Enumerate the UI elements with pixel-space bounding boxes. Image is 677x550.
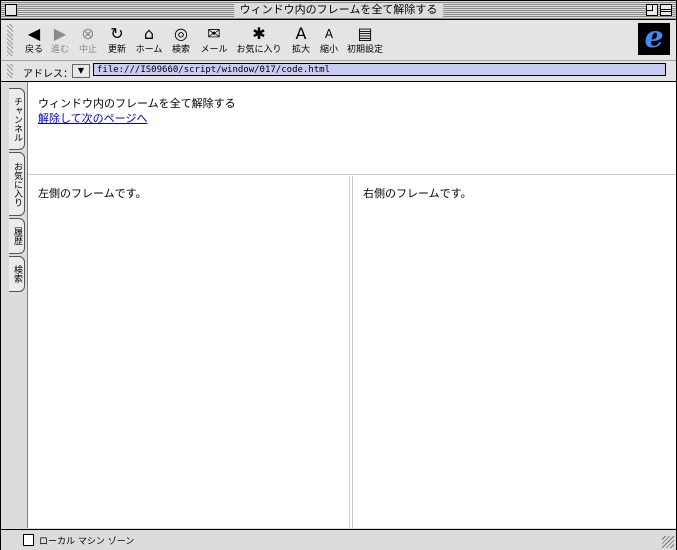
top-frame: ウィンドウ内のフレームを全て解除する 解除して次のページへ [28,82,676,175]
tab-history[interactable]: 履歴 [9,218,25,254]
tab-favorites[interactable]: お気に入り [9,152,25,216]
toolbar-button-5[interactable]: ◎ 検索 [169,24,193,58]
text-smaller-icon: A [324,27,334,41]
zoom-box[interactable] [646,4,658,16]
toolbar-button-label: 縮小 [319,45,338,55]
right-frame-text: 右側のフレームです。 [363,187,472,200]
toolbar-button-label: 拡大 [291,45,310,55]
right-frame: 右側のフレームです。 [352,176,677,528]
mail-icon: ✉ [207,24,221,43]
title-bar[interactable]: ウィンドウ内のフレームを全て解除する [1,1,676,20]
toolbar-button-2[interactable]: ⊗ 中止 [75,24,101,58]
ie-logo: e [638,23,670,55]
stop-icon: ⊗ [81,24,95,43]
resize-handle[interactable] [662,536,674,548]
page-content: ウィンドウ内のフレームを全て解除する 解除して次のページへ 左側のフレームです。… [27,82,676,528]
address-input[interactable]: file:///IS09660/script/window/017/code.h… [93,63,666,76]
toolbar-button-4[interactable]: ⌂ ホーム [133,24,165,58]
toolbar-button-label: 更新 [107,45,126,55]
toolbar-button-label: ホーム [135,45,163,55]
toolbar-button-label: 初期設定 [346,45,383,55]
refresh-icon: ↻ [110,24,124,43]
back-arrow-icon: ◀ [27,24,41,43]
close-box[interactable] [5,4,17,16]
toolbar-button-label: 中止 [78,45,97,55]
status-bar: ローカル マシン ゾーン [1,529,676,550]
address-dropdown-button[interactable]: ▼ [72,64,90,78]
toolbar-button-9[interactable]: A 縮小 [317,24,341,58]
toolbar-button-6[interactable]: ✉ メール [199,24,229,58]
toolbar-button-0[interactable]: ◀ 戻る [23,24,45,58]
tab-channels[interactable]: チャンネル [9,88,25,150]
left-frame: 左側のフレームです。 [28,176,350,528]
toolbar: ◀ 戻る ▶ 進む ⊗ 中止 ↻ 更新 ⌂ ホーム ◎ 検索 ✉ メール ✱ お気に入り A 拡大 A 縮小 ▤ 初期設定… [1,20,676,61]
toolbar-button-label: 戻る [24,45,43,55]
toolbar-button-8[interactable]: A 拡大 [289,24,313,58]
toolbar-button-7[interactable]: ✱ お気に入り [235,24,283,58]
addressbar-grip[interactable] [7,64,13,78]
text-larger-icon: A [295,24,307,43]
status-text: ローカル マシン ゾーン [39,537,135,547]
address-label: アドレス： [23,69,73,80]
page-heading: ウィンドウ内のフレームを全て解除する [38,97,236,110]
search-icon: ◎ [174,24,188,43]
address-bar: アドレス： ▼ file:///IS09660/script/window/01… [1,61,676,82]
toolbar-button-label: 進む [50,45,69,55]
left-frame-text: 左側のフレームです。 [38,187,147,200]
zone-icon [23,534,34,546]
explorer-bar-tabs: チャンネル お気に入り 履歴 検索 [1,82,27,528]
favorites-icon: ✱ [252,24,266,43]
tab-search[interactable]: 検索 [9,256,25,292]
toolbar-button-label: 検索 [171,45,190,55]
toolbar-grip[interactable] [7,24,13,56]
forward-arrow-icon: ▶ [53,24,67,43]
home-icon: ⌂ [143,24,155,43]
collapse-box[interactable] [660,4,672,16]
toolbar-button-1[interactable]: ▶ 進む [49,24,71,58]
toolbar-button-10[interactable]: ▤ 初期設定 [345,24,385,58]
toolbar-button-3[interactable]: ↻ 更新 [105,24,129,58]
window-title: ウィンドウ内のフレームを全て解除する [233,3,444,17]
toolbar-button-label: メール [200,45,228,55]
preferences-icon: ▤ [357,24,373,43]
release-frames-link[interactable]: 解除して次のページへ [38,110,147,126]
browser-window: ウィンドウ内のフレームを全て解除する ◀ 戻る ▶ 進む ⊗ 中止 ↻ 更新 ⌂ ホーム ◎ 検索 ✉ メ… [0,0,677,550]
toolbar-button-label: お気に入り [236,45,282,55]
